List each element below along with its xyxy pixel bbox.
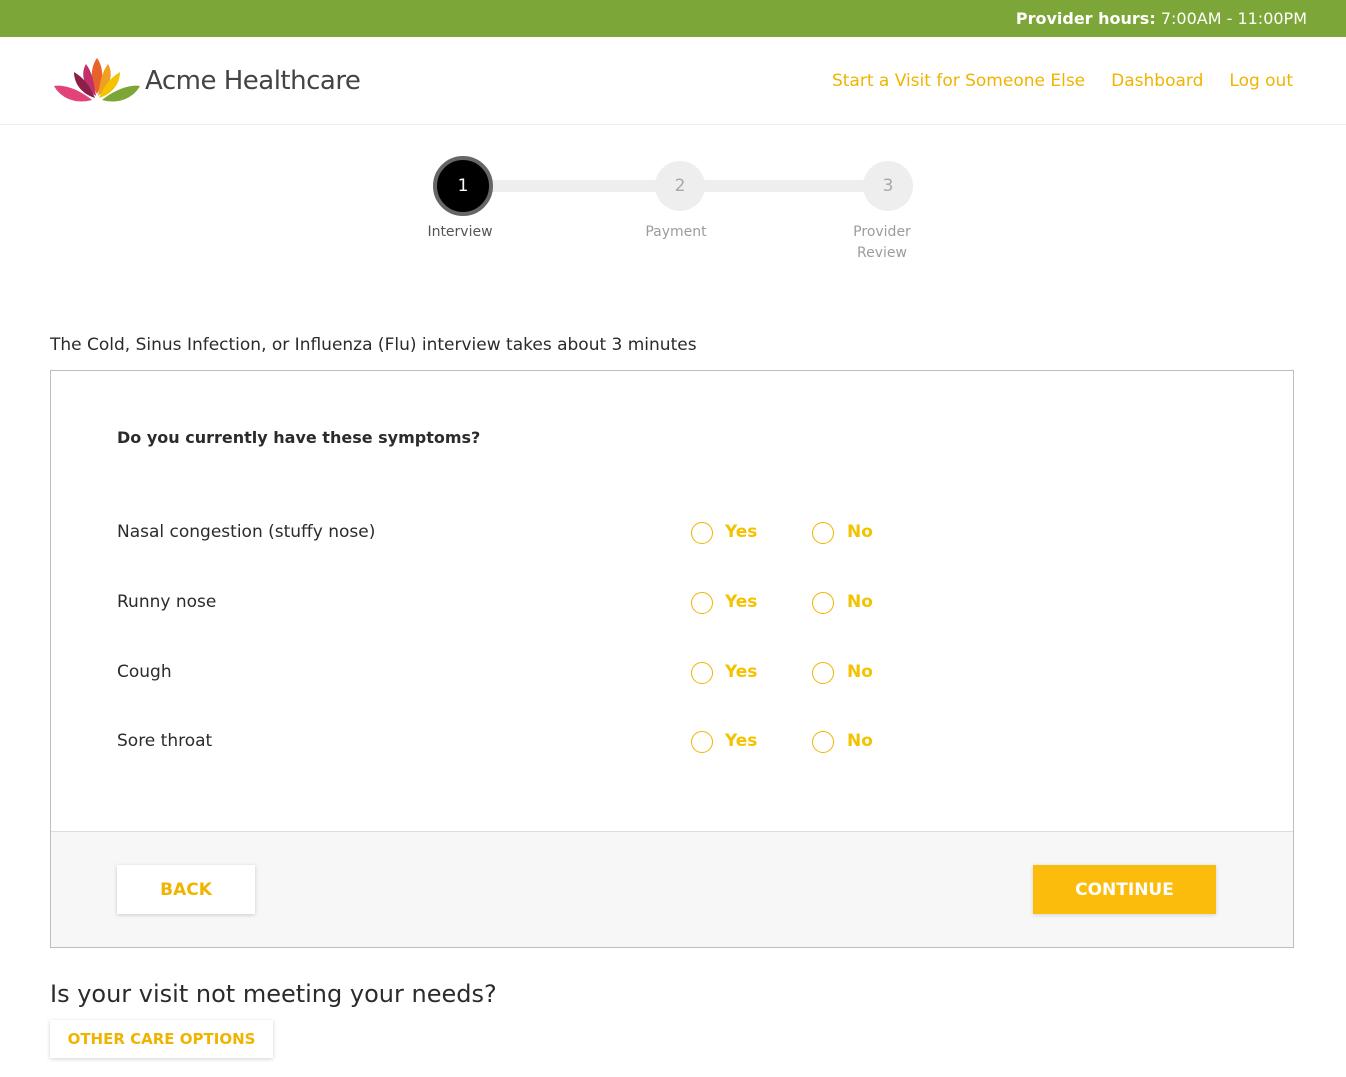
provider-hours: Provider hours: 7:00AM - 11:00PM [1016,9,1307,28]
brand-logo[interactable]: Acme Healthcare [52,52,361,108]
yes-radio[interactable] [691,522,713,544]
step-label-interview: Interview [427,224,493,240]
yes-label[interactable]: Yes [725,592,757,612]
back-button[interactable]: BACK [117,865,255,914]
nav-log-out[interactable]: Log out [1229,71,1293,91]
symptoms-form-card: Do you currently have these symptoms? Na… [50,370,1294,948]
site-header: Acme Healthcare Start a Visit for Someon… [0,37,1346,125]
lotus-logo-icon [54,58,140,102]
yes-label[interactable]: Yes [725,522,757,542]
no-radio[interactable] [812,592,834,614]
step-circle-2: 2 [655,161,705,211]
symptom-label: Runny nose [117,592,217,612]
yes-label[interactable]: Yes [725,731,757,751]
provider-hours-value: 7:00AM - 11:00PM [1160,9,1307,28]
progress-stepper: 1 2 3 Interview Payment Provider Review [400,155,960,275]
yes-radio[interactable] [691,662,713,684]
form-actions: BACK CONTINUE [51,831,1293,947]
yes-radio[interactable] [691,592,713,614]
no-label[interactable]: No [847,592,873,612]
brand-name: Acme Healthcare [145,66,361,96]
nav-dashboard[interactable]: Dashboard [1111,71,1203,91]
yes-radio[interactable] [691,731,713,753]
symptom-row: Nasal congestion (stuffy nose) Yes No [117,518,1017,548]
nav-start-visit-someone-else[interactable]: Start a Visit for Someone Else [832,71,1085,91]
no-radio[interactable] [812,662,834,684]
yes-label[interactable]: Yes [725,662,757,682]
symptom-label: Sore throat [117,731,213,751]
no-label[interactable]: No [847,731,873,751]
no-label[interactable]: No [847,662,873,682]
no-radio[interactable] [812,731,834,753]
symptoms-question: Do you currently have these symptoms? [117,428,481,447]
symptom-label: Cough [117,662,172,682]
symptom-row: Cough Yes No [117,658,1017,688]
stepper-track-2 [700,180,880,192]
interview-intro: The Cold, Sinus Infection, or Influenza … [50,335,697,355]
provider-hours-bar: Provider hours: 7:00AM - 11:00PM [0,0,1346,37]
no-label[interactable]: No [847,522,873,542]
needs-heading: Is your visit not meeting your needs? [50,980,497,1008]
no-radio[interactable] [812,522,834,544]
provider-hours-label: Provider hours: [1015,9,1156,28]
symptom-label: Nasal congestion (stuffy nose) [117,522,376,542]
step-circle-3: 3 [863,161,913,211]
continue-button[interactable]: CONTINUE [1033,865,1216,914]
symptom-row: Runny nose Yes No [117,588,1017,618]
symptom-row: Sore throat Yes No [117,727,1017,757]
main-nav: Start a Visit for Someone Else Dashboard… [832,71,1293,91]
other-care-options-button[interactable]: OTHER CARE OPTIONS [50,1020,273,1058]
step-circle-1: 1 [433,156,493,216]
step-label-provider-review: Provider Review [853,224,911,261]
step-label-payment: Payment [645,224,707,240]
